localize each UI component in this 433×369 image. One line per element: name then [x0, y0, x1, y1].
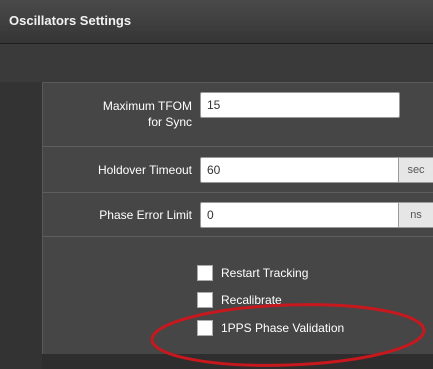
highlight-ellipse: [150, 303, 426, 367]
tfom-row: Maximum TFOM for Sync 15: [43, 83, 433, 147]
holdover-unit: sec: [398, 157, 433, 183]
holdover-value: 60: [207, 163, 221, 177]
dialog-title: Oscillators Settings: [9, 13, 132, 28]
restart-tracking-checkbox[interactable]: [197, 265, 213, 281]
restart-tracking-option[interactable]: Restart Tracking: [197, 265, 433, 283]
tfom-label: Maximum TFOM for Sync: [103, 98, 192, 130]
phase-error-value: 0: [207, 208, 214, 222]
restart-tracking-label: Restart Tracking: [221, 266, 309, 280]
phase-error-label: Phase Error Limit: [99, 208, 192, 222]
phase-error-unit: ns: [398, 202, 433, 228]
toolbar-strip: [0, 44, 433, 82]
holdover-row: Holdover Timeout 60 sec: [43, 147, 433, 193]
phase-error-input[interactable]: 0 ns: [200, 202, 433, 228]
holdover-label: Holdover Timeout: [97, 163, 192, 177]
phase-error-row: Phase Error Limit 0 ns: [43, 193, 433, 237]
tfom-label-line1: Maximum TFOM: [102, 99, 192, 113]
left-margin: [0, 82, 42, 369]
dialog-title-bar: Oscillators Settings: [0, 0, 433, 44]
holdover-input[interactable]: 60 sec: [200, 157, 433, 183]
tfom-input[interactable]: 15: [200, 92, 400, 118]
tfom-label-line2: for Sync: [147, 115, 192, 129]
